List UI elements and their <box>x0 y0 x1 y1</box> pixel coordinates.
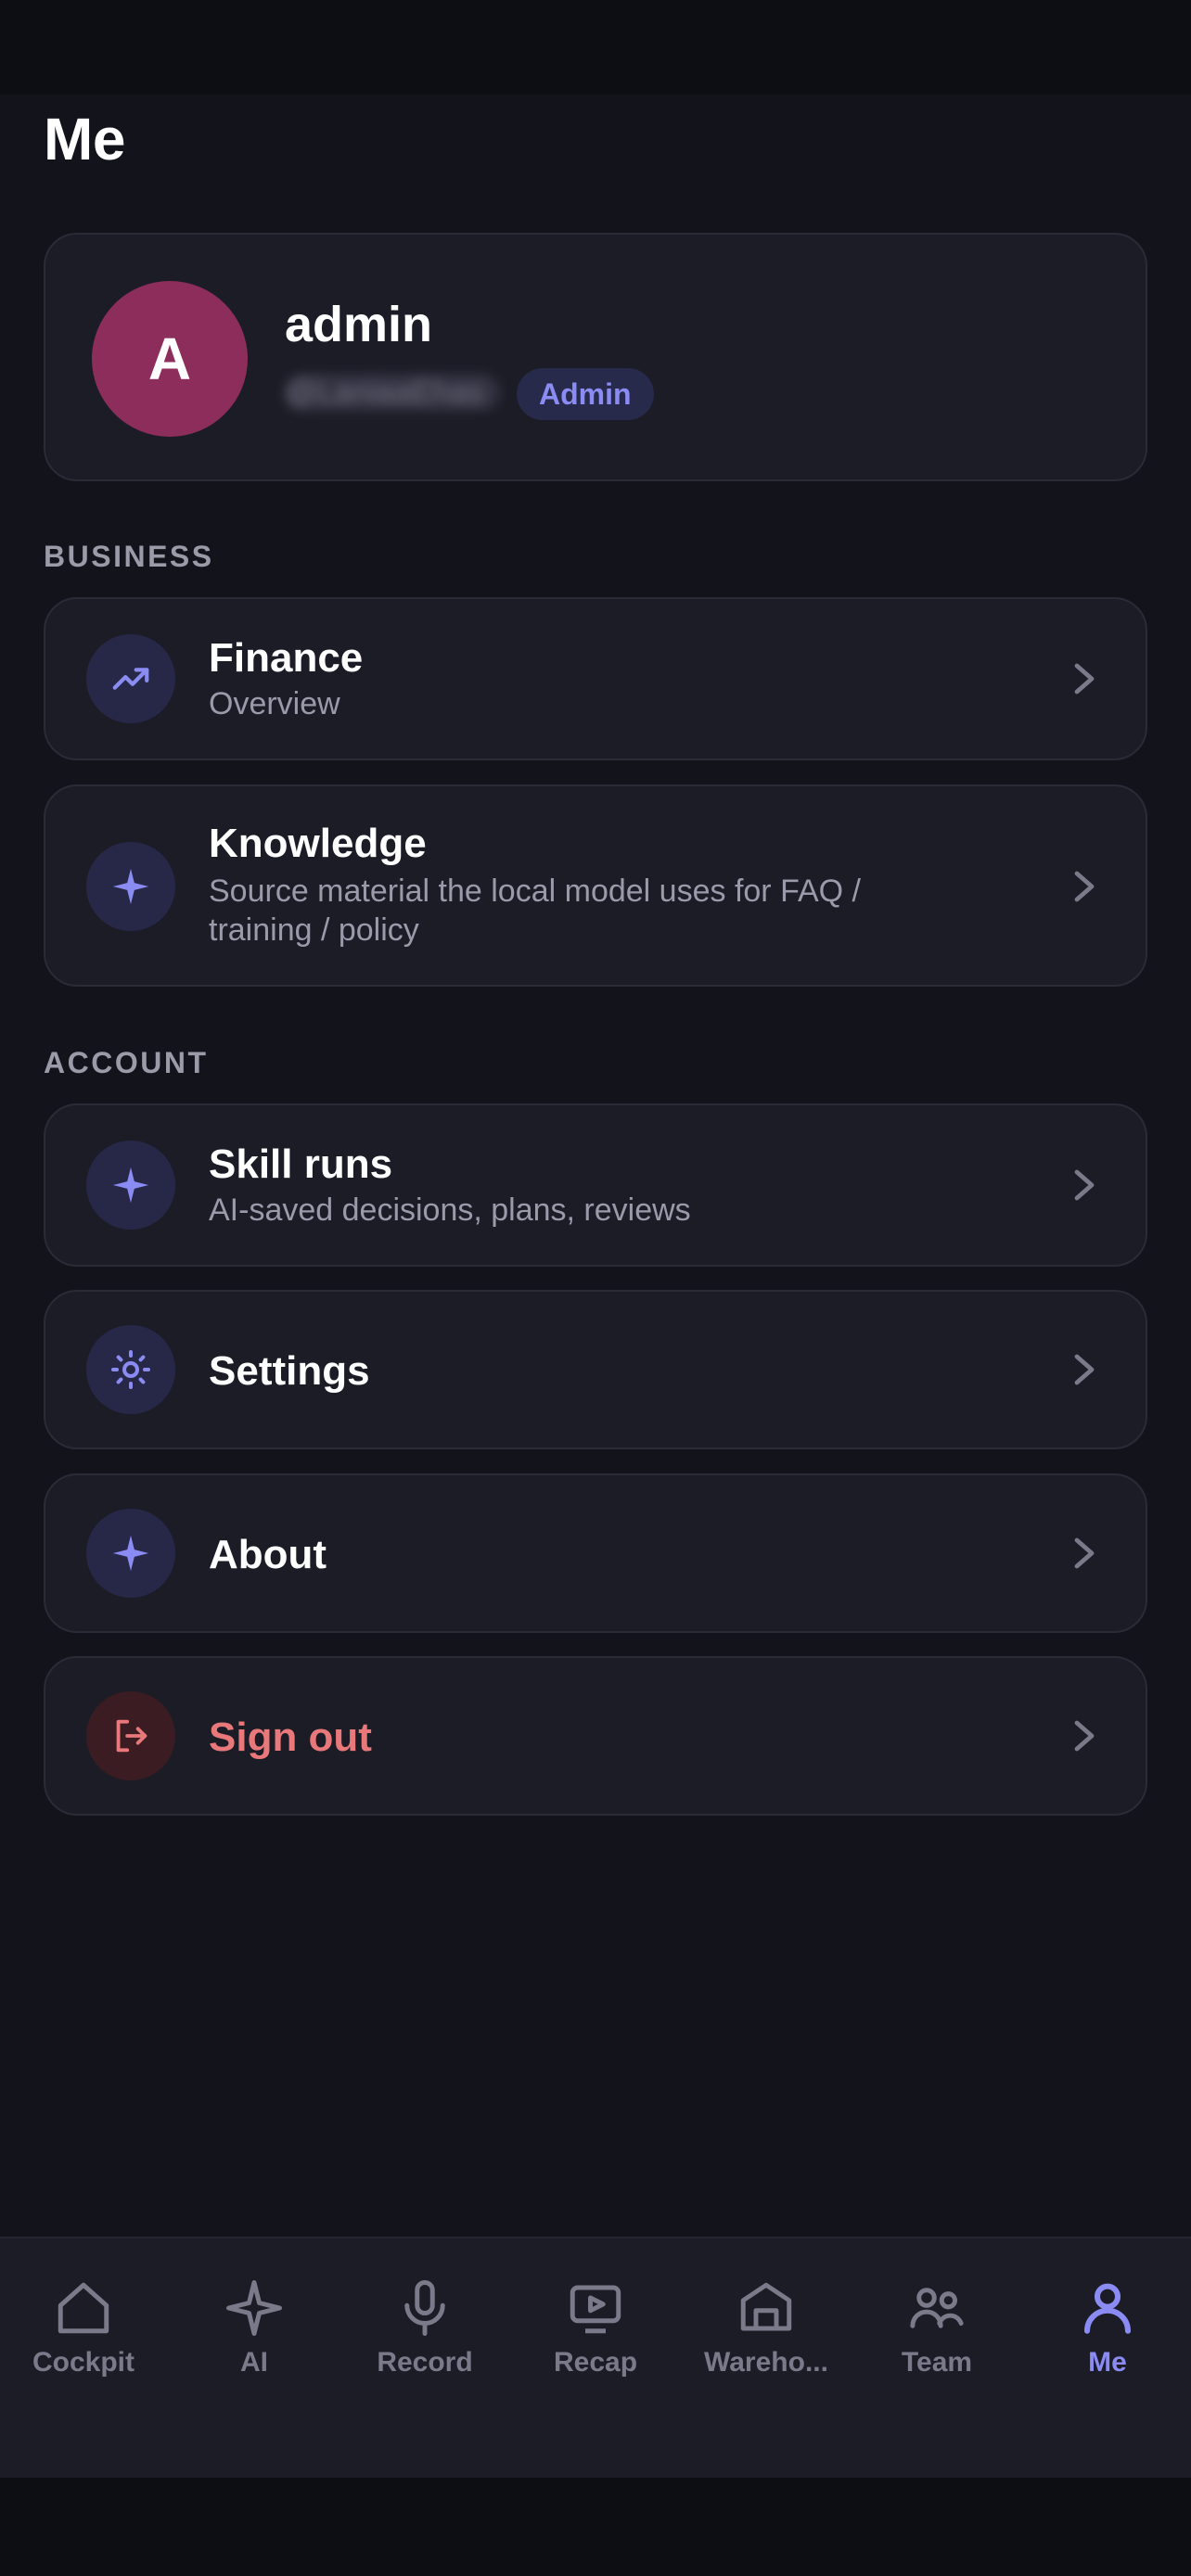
menu-item-finance[interactable]: Finance Overview <box>44 597 1147 760</box>
role-badge: Admin <box>517 368 654 420</box>
chevron-right-icon <box>1074 1354 1095 1385</box>
sparkle-icon <box>86 1509 175 1598</box>
tab-cockpit[interactable]: Cockpit <box>9 2277 158 2379</box>
menu-item-knowledge[interactable]: Knowledge Source material the local mode… <box>44 784 1147 987</box>
tab-label: Record <box>377 2347 473 2378</box>
sparkle-icon <box>86 842 175 931</box>
home-indicator-area <box>0 2478 1191 2576</box>
warehouse-icon <box>740 2282 792 2331</box>
section-label-business: BUSINESS <box>44 540 214 573</box>
section-label-account: ACCOUNT <box>44 1046 209 1079</box>
tab-me[interactable]: Me <box>1033 2277 1182 2379</box>
chevron-right-icon <box>1074 1169 1095 1201</box>
chevron-right-icon <box>1074 871 1095 902</box>
tab-bar: Cockpit AI Record Recap Wareho... Team M… <box>0 2237 1191 2478</box>
avatar-letter: A <box>147 325 192 392</box>
video-screen-icon <box>570 2285 621 2334</box>
tab-warehouse[interactable]: Wareho... <box>692 2277 840 2379</box>
row-subtitle: Source material the local model uses for… <box>209 874 861 948</box>
tab-record[interactable]: Record <box>351 2277 499 2379</box>
row-title: About <box>209 1532 327 1577</box>
menu-item-about[interactable]: About <box>44 1473 1147 1633</box>
profile-card[interactable]: A admin @LaniaaEhas Admin <box>44 233 1147 481</box>
row-title: Sign out <box>209 1715 372 1760</box>
home-icon <box>58 2282 109 2334</box>
sign-out-button[interactable]: Sign out <box>44 1656 1147 1816</box>
menu-item-skill-runs[interactable]: Skill runs AI-saved decisions, plans, re… <box>44 1103 1147 1267</box>
tab-label: AI <box>240 2347 268 2378</box>
tab-label: Wareho... <box>704 2347 828 2378</box>
tab-label: Recap <box>553 2347 638 2378</box>
tab-ai[interactable]: AI <box>180 2277 328 2379</box>
sparkle-icon <box>226 2280 282 2336</box>
tab-team[interactable]: Team <box>863 2277 1011 2379</box>
chevron-right-icon <box>1074 1537 1095 1569</box>
microphone-icon <box>404 2280 445 2336</box>
row-title: Knowledge <box>209 821 427 866</box>
tab-recap[interactable]: Recap <box>521 2277 670 2379</box>
user-icon <box>1083 2283 1132 2334</box>
tab-label: Team <box>901 2347 973 2378</box>
row-subtitle: AI-saved decisions, plans, reviews <box>209 1192 691 1228</box>
trending-up-icon <box>86 634 175 723</box>
row-title: Skill runs <box>209 1141 393 1187</box>
team-icon <box>910 2288 964 2328</box>
sparkle-icon <box>86 1141 175 1230</box>
status-bar <box>0 0 1191 95</box>
chevron-right-icon <box>1074 1720 1095 1752</box>
chevron-right-icon <box>1074 663 1095 695</box>
page-title: Me <box>44 106 125 172</box>
row-title: Settings <box>209 1348 370 1394</box>
row-title: Finance <box>209 635 364 681</box>
row-subtitle: Overview <box>209 686 340 721</box>
tab-label: Cockpit <box>32 2347 134 2378</box>
profile-handle: @LaniaaEhas <box>285 374 500 411</box>
tab-label: Me <box>1088 2347 1127 2378</box>
menu-item-settings[interactable]: Settings <box>44 1290 1147 1449</box>
profile-name: admin <box>285 297 433 352</box>
avatar: A <box>92 281 248 437</box>
sun-gear-icon <box>86 1325 175 1414</box>
sign-out-icon <box>86 1691 175 1780</box>
